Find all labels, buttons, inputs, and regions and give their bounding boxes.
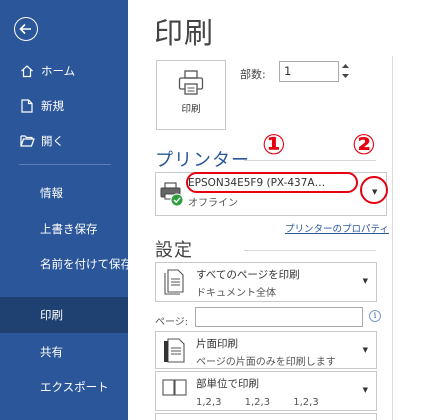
info-icon[interactable]: i (369, 310, 381, 322)
print-panel: 印刷 印刷 部数: 1 プリンター EPSON34E5F9 (PX-437A… … (128, 0, 437, 420)
sidebar-item-label: 共有 (40, 345, 63, 359)
sidebar-divider (19, 164, 111, 165)
backstage-sidebar: ホーム 新規 開く 情報 上書き保存 名前を付けて保存 印刷 共有 エクスポート (0, 0, 132, 420)
sidebar-item-label: 印刷 (40, 308, 63, 322)
settings-section-title: 設定 (155, 240, 193, 261)
annotation-oval-1 (186, 172, 358, 193)
copies-spinner[interactable] (339, 61, 352, 82)
print-sides-value: 片面印刷 (196, 338, 238, 350)
print-sides-description: ページの片面のみを印刷します (196, 357, 336, 368)
sidebar-item-save-as[interactable]: 名前を付けて保存 (0, 249, 132, 279)
sidebar-item-label: 上書き保存 (40, 222, 98, 236)
sidebar-item-new[interactable]: 新規 (0, 91, 128, 121)
copies-label: 部数: (240, 68, 266, 81)
back-arrow-icon[interactable] (14, 17, 38, 41)
sidebar-item-export[interactable]: エクスポート (0, 372, 128, 402)
dropdown-arrow-icon[interactable]: ▼ (363, 277, 368, 285)
dropdown-arrow-icon[interactable]: ▼ (363, 346, 368, 354)
annotation-marker-2: ② (352, 128, 376, 161)
sidebar-item-save[interactable]: 上書き保存 (0, 214, 128, 244)
sidebar-item-label: 新規 (41, 99, 64, 113)
copies-input[interactable]: 1 (279, 61, 339, 82)
sidebar-item-label: ホーム (41, 64, 76, 78)
print-range-dropdown[interactable]: すべてのページを印刷 ドキュメント全体 ▼ (155, 262, 377, 302)
sidebar-item-label: エクスポート (40, 380, 109, 394)
collate-dropdown[interactable]: 部単位で印刷 1,2,3 1,2,3 1,2,3 ▼ (155, 371, 377, 411)
open-folder-icon (19, 133, 35, 149)
pages-icon (164, 269, 184, 295)
sidebar-item-label: 開く (41, 134, 64, 148)
printer-status: オフライン (188, 198, 238, 209)
printer-properties-link[interactable]: プリンターのプロパティ (285, 221, 389, 235)
section-divider (244, 250, 376, 251)
print-range-description: ドキュメント全体 (196, 288, 276, 299)
print-range-value: すべてのページを印刷 (196, 269, 300, 281)
home-icon (19, 63, 35, 79)
next-setting-dropdown[interactable] (155, 413, 377, 420)
annotation-circle-2 (360, 176, 388, 204)
print-button[interactable]: 印刷 (156, 60, 226, 130)
print-sides-dropdown[interactable]: 片面印刷 ページの片面のみを印刷します ▼ (155, 331, 377, 369)
sidebar-item-share[interactable]: 共有 (0, 337, 128, 367)
preview-divider (392, 56, 393, 420)
collate-description: 1,2,3 1,2,3 1,2,3 (196, 397, 319, 408)
sidebar-item-info[interactable]: 情報 (0, 178, 128, 208)
pages-label: ページ: (155, 317, 189, 328)
spin-down-icon[interactable] (339, 71, 352, 81)
spin-up-icon[interactable] (339, 61, 352, 71)
print-button-label: 印刷 (181, 104, 201, 115)
sidebar-item-label: 名前を付けて保存 (40, 257, 132, 271)
dropdown-arrow-icon[interactable]: ▼ (363, 386, 368, 394)
page-title: 印刷 (154, 16, 215, 50)
printer-section-title: プリンター (155, 150, 250, 171)
sidebar-item-print[interactable]: 印刷 (0, 297, 128, 333)
sidebar-item-home[interactable]: ホーム (0, 56, 128, 86)
collate-icon (162, 379, 187, 396)
pages-input[interactable] (195, 307, 363, 327)
annotation-marker-1: ① (262, 128, 286, 161)
printer-status-icon (160, 182, 184, 207)
single-sided-icon (164, 338, 185, 363)
sidebar-item-open[interactable]: 開く (0, 126, 128, 156)
new-document-icon (19, 98, 35, 114)
printer-icon (178, 70, 204, 95)
collate-value: 部単位で印刷 (196, 378, 259, 390)
sidebar-item-label: 情報 (40, 186, 63, 200)
